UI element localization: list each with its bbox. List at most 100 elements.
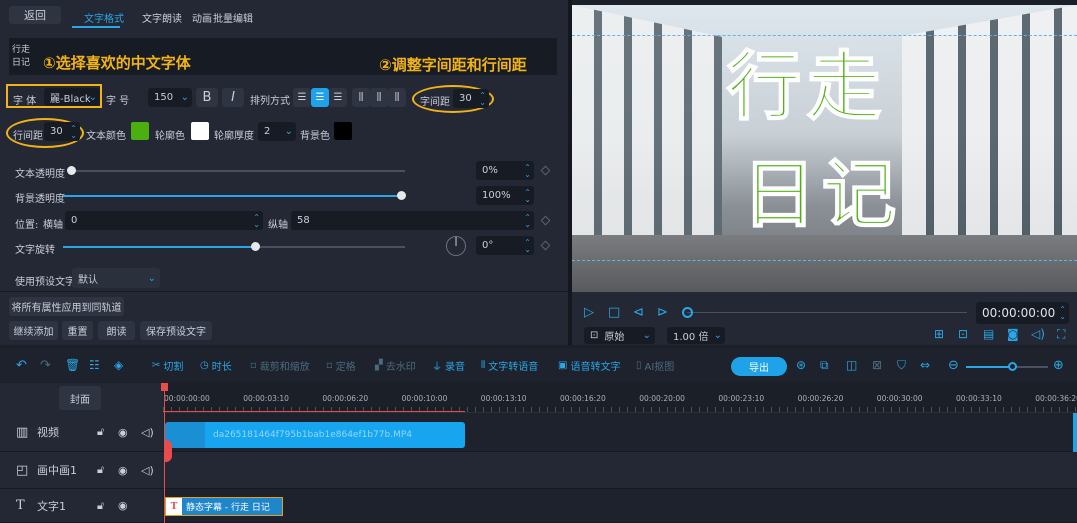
playback-slider[interactable]	[687, 312, 967, 313]
zoom-slider[interactable]	[966, 366, 1048, 368]
playhead-marker[interactable]	[164, 440, 172, 462]
fit-icon[interactable]: ⇔	[920, 358, 930, 372]
text-color-swatch[interactable]	[131, 122, 149, 140]
tab-batch-edit[interactable]: 批量编辑	[213, 10, 253, 25]
align-right-button[interactable]: ☰	[329, 88, 347, 107]
bold-button[interactable]: B	[196, 88, 218, 107]
lock-icon[interactable]: 🔓︎	[97, 463, 104, 477]
save-preset-button[interactable]: 保存预设文字	[140, 321, 212, 340]
keyframe-icon[interactable]	[540, 165, 551, 176]
reset-button[interactable]: 重置	[62, 321, 93, 340]
volume-icon[interactable]: ◁)	[1031, 327, 1045, 341]
freeze-button[interactable]: ▫ 定格	[326, 358, 356, 373]
keyframe-icon[interactable]	[540, 240, 551, 251]
watermark-button[interactable]: ▞ 去水印	[375, 358, 416, 373]
text-opacity-input[interactable]: 0% ⌃ ⌄	[476, 161, 534, 180]
keyframe-icon[interactable]	[540, 215, 551, 226]
marker-icon[interactable]: ◈	[114, 358, 123, 372]
playback-knob[interactable]	[682, 307, 693, 318]
eye-icon[interactable]: ◉	[118, 464, 128, 477]
undo-icon[interactable]: ↶	[16, 358, 27, 373]
scroll-indicator[interactable]	[1073, 413, 1077, 452]
video-preview[interactable]: 行走 日记	[572, 5, 1077, 292]
text-opacity-label: 文本透明度	[15, 169, 65, 180]
eye-icon[interactable]: ◉	[118, 499, 128, 512]
stt-button[interactable]: ▣ 语音转文字	[558, 358, 620, 373]
lock-icon[interactable]: 🔓︎	[97, 499, 104, 513]
align-left-button[interactable]: ☰	[293, 88, 311, 107]
delete-icon[interactable]: 🗑	[65, 358, 80, 372]
text-clip[interactable]: T 静态字幕 - 行走 日记	[165, 497, 283, 516]
next-frame-icon[interactable]: ⊳	[657, 305, 668, 320]
vertical-bottom-button[interactable]: ⫼	[388, 88, 406, 107]
font-select[interactable]: 麗-Black ⌄	[44, 88, 100, 106]
shield-icon[interactable]: ⛉	[897, 358, 906, 373]
apply-all-button[interactable]: 将所有属性应用到同轨道	[9, 297, 124, 316]
zoom-in-icon[interactable]: ⊕	[1053, 358, 1064, 373]
text-input-area[interactable]: 行走 日记 ①选择喜欢的中文字体 ②调整字间距和行间距	[9, 38, 557, 75]
zoom-fit-icon[interactable]: ⊡	[958, 327, 968, 341]
rotate-slider[interactable]	[63, 242, 405, 251]
align-center-button[interactable]: ☰	[311, 88, 329, 107]
subtitle-icon[interactable]: ▤	[983, 327, 994, 341]
play-icon[interactable]: ▷	[584, 305, 594, 320]
playhead-handle[interactable]	[161, 383, 168, 391]
read-button[interactable]: 朗读	[98, 321, 135, 340]
size-select[interactable]: 150 ⌄	[148, 88, 192, 107]
vertical-middle-button[interactable]: ⫼	[370, 88, 388, 107]
outline-width-select[interactable]: 2 ⌄	[258, 122, 296, 141]
tab-text-format[interactable]: 文字格式	[84, 10, 124, 25]
bg-opacity-input[interactable]: 100% ⌃ ⌄	[476, 186, 534, 205]
settings-list-icon[interactable]: ☷	[89, 358, 100, 372]
snap-icon[interactable]: ⧉	[820, 358, 829, 373]
rotate-input[interactable]: 0° ⌃ ⌄	[476, 236, 534, 255]
lock-icon[interactable]: 🔓︎	[97, 425, 104, 439]
bg-color-swatch[interactable]	[334, 122, 352, 140]
zoom-out-icon[interactable]: ⊖	[948, 358, 959, 373]
line-spacing-input[interactable]: 30 ⌃ ⌄	[44, 122, 80, 141]
continue-add-button[interactable]: 继续添加	[9, 321, 58, 340]
x-position-input[interactable]: 0 ⌃ ⌄	[65, 211, 263, 230]
audio-icon[interactable]: ◁)	[141, 464, 154, 477]
tab-text-read[interactable]: 文字朗读	[142, 10, 182, 25]
italic-button[interactable]: I	[222, 88, 244, 107]
stop-icon[interactable]: □	[608, 305, 620, 320]
back-button[interactable]: 返回	[9, 6, 61, 24]
layout-icon[interactable]: ⊞	[934, 327, 944, 341]
camera-icon[interactable]: ◙	[1007, 327, 1019, 341]
time-input[interactable]: 00:00:00:00 ⌃ ⌄	[976, 302, 1069, 324]
tts-button[interactable]: ⫴ 文字转语音	[481, 358, 538, 373]
eye-icon[interactable]: ◉	[118, 426, 128, 439]
outline-color-swatch[interactable]	[191, 122, 209, 140]
duration-button[interactable]: ◷ 时长	[200, 358, 232, 373]
cover-button[interactable]: 封面	[59, 386, 101, 410]
redo-icon[interactable]: ↷	[40, 358, 51, 373]
text-opacity-slider[interactable]	[67, 166, 405, 175]
fullscreen-icon[interactable]: ⛶	[1057, 327, 1065, 342]
preset-select[interactable]: 默认 ⌄	[72, 268, 160, 288]
video-clip[interactable]: da265181464f795b1bab1e864ef1b77b.MP4	[165, 422, 465, 448]
ratio-select[interactable]: ⊡ 原始 ⌄	[584, 327, 655, 344]
prev-frame-icon[interactable]: ⊲	[633, 305, 644, 320]
effects-icon[interactable]: ⊛	[796, 358, 806, 372]
link-icon[interactable]: ⊠	[872, 358, 882, 372]
crop-button[interactable]: ▫ 裁剪和缩放	[250, 358, 310, 373]
ruler-tick-label: 00:00:06:20	[322, 394, 369, 403]
bg-opacity-slider[interactable]	[63, 191, 406, 200]
time-ruler[interactable]	[163, 383, 1077, 413]
chevron-down-icon: ⌄	[88, 91, 97, 103]
record-button[interactable]: ⏚ 录音	[432, 358, 465, 373]
zoom-knob[interactable]	[1008, 362, 1017, 371]
y-position-input[interactable]: 58 ⌃ ⌄	[291, 211, 534, 230]
cut-button[interactable]: ✂ 切割	[152, 358, 183, 373]
rotation-dial[interactable]: ❘	[446, 236, 466, 256]
export-button[interactable]: 导出	[731, 357, 787, 376]
bg-color-label: 背景色	[300, 131, 330, 142]
tab-animation[interactable]: 动画	[192, 10, 212, 25]
speed-select[interactable]: 1.00 倍 ⌄	[667, 327, 725, 344]
audio-icon[interactable]: ◁)	[141, 426, 154, 439]
split-icon[interactable]: ◫	[846, 358, 857, 372]
ai-matting-button[interactable]: ▯ AI抠图	[636, 358, 674, 373]
vertical-top-button[interactable]: ⫼	[352, 88, 370, 107]
spacing-input[interactable]: 30 ⌃ ⌄	[453, 89, 489, 108]
